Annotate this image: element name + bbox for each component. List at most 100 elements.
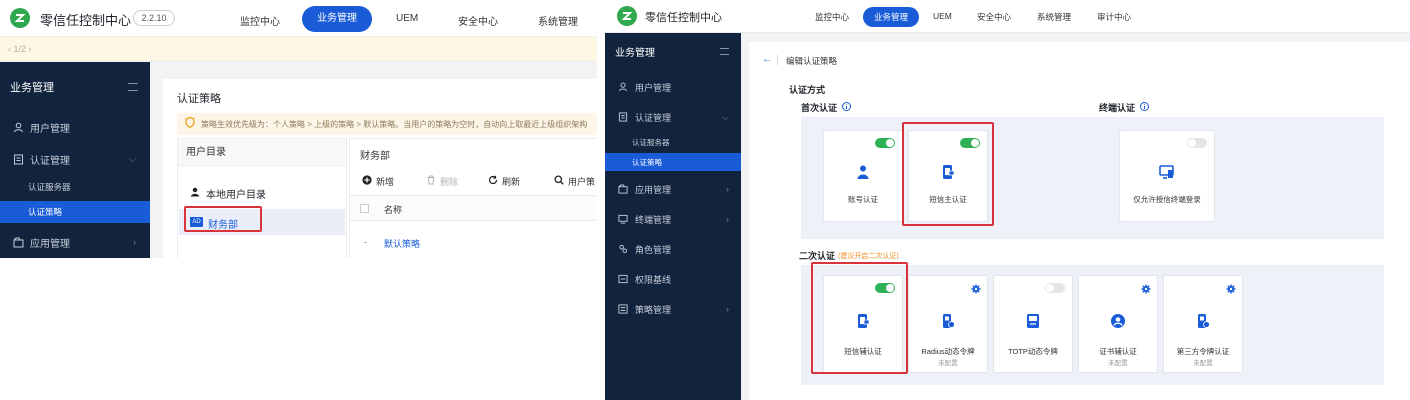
sidebar-item-user[interactable]: 用户管理 xyxy=(0,112,150,142)
second-auth-title: 二次认证 (建议开启二次认证) xyxy=(799,251,899,261)
pager[interactable]: ‹ 1/2 › xyxy=(8,44,32,54)
info-icon[interactable] xyxy=(1140,102,1150,113)
second-auth-area: 短信辅认证 Radius动态令牌 未配置 TOTP动态令牌 证书辅认证 未配置 … xyxy=(801,265,1384,385)
chevron-down-icon: ⌵ xyxy=(722,111,729,122)
sidebar-item-user[interactable]: 用户管理 xyxy=(605,74,741,100)
collapse-menu-icon[interactable] xyxy=(128,83,138,91)
nav-monitor[interactable]: 监控中心 xyxy=(240,13,280,28)
sidebar-item-app[interactable]: 应用管理 › xyxy=(605,176,741,202)
nav-audit[interactable]: 审计中心 xyxy=(1097,11,1131,23)
plus-circle-icon xyxy=(362,175,372,188)
table-header: 名称 xyxy=(350,195,597,221)
terminal-icon xyxy=(617,213,629,225)
edit-panel: ← 编辑认证策略 认证方式 首次认证 终端认证 账号认证 短信主认证 仅允许授信… xyxy=(749,42,1410,400)
refresh-button[interactable]: 刷新 xyxy=(488,175,520,188)
gear-icon[interactable] xyxy=(1141,281,1151,294)
cert-icon xyxy=(1110,313,1126,329)
nav-security[interactable]: 安全中心 xyxy=(977,11,1011,23)
delete-button[interactable]: 删除 xyxy=(426,175,458,188)
app-icon xyxy=(617,183,629,195)
add-button[interactable]: 新增 xyxy=(362,175,394,188)
nav-business[interactable]: 业务管理 xyxy=(863,7,919,27)
second-auth-hint: (建议开启二次认证) xyxy=(838,252,899,260)
collapse-menu-icon[interactable] xyxy=(720,48,729,55)
user-icon xyxy=(617,81,629,93)
baseline-icon xyxy=(617,273,629,285)
nav-security[interactable]: 安全中心 xyxy=(458,13,498,28)
radius-token-card[interactable]: Radius动态令牌 未配置 xyxy=(908,275,988,373)
top-navbar: 零信任控制中心 2.2.10 监控中心 业务管理 UEM 安全中心 系统管理 xyxy=(0,0,597,37)
sidebar-item-baseline[interactable]: 权限基线 xyxy=(605,266,741,292)
role-icon xyxy=(617,243,629,255)
app-icon xyxy=(12,236,24,248)
policy-link[interactable]: 默认策略 xyxy=(384,237,420,250)
back-arrow-icon[interactable]: ← xyxy=(762,54,772,65)
sidebar-item-auth[interactable]: 认证管理 ⌵ xyxy=(605,104,741,130)
policy-notice: 策略生效优先级为：个人策略 > 上级的策略 > 默认策略。当用户的策略为空时，自… xyxy=(177,113,597,135)
third-party-token-card[interactable]: 第三方令牌认证 未配置 xyxy=(1163,275,1243,373)
sms-second-auth-card[interactable]: 短信辅认证 xyxy=(823,275,903,373)
directory-tree: 用户目录 本地用户目录 AD 财务部 xyxy=(177,138,347,258)
trusted-device-toggle[interactable] xyxy=(1187,138,1207,148)
nav-uem[interactable]: UEM xyxy=(933,11,952,21)
page-title: 认证策略 xyxy=(177,93,221,105)
sms-second-auth-toggle[interactable] xyxy=(875,283,895,293)
right-screenshot: 零信任控制中心 监控中心 业务管理 UEM 安全中心 系统管理 审计中心 业务管… xyxy=(605,0,1410,400)
breadcrumb: 编辑认证策略 xyxy=(786,56,838,66)
tree-node-label: 财务部 xyxy=(208,220,238,231)
chevron-down-icon: ⌵ xyxy=(129,153,136,164)
search-icon xyxy=(554,175,564,188)
sidebar-sub-auth-server[interactable]: 认证服务器 xyxy=(0,175,150,199)
breadcrumb-divider xyxy=(777,55,778,65)
policy-list: 财务部 新增 删除 刷新 用户策 名称 - 默认策略 xyxy=(349,138,597,258)
cert-auth-card[interactable]: 证书辅认证 未配置 xyxy=(1078,275,1158,373)
totp-token-toggle[interactable] xyxy=(1045,283,1065,293)
sidebar-sub-auth-policy[interactable]: 认证策略 xyxy=(0,201,150,223)
sidebar-item-policy[interactable]: 策略管理 › xyxy=(605,296,741,322)
section-title: 认证方式 xyxy=(789,85,826,95)
tree-node-finance[interactable]: AD 财务部 xyxy=(179,209,345,235)
sidebar-item-role[interactable]: 角色管理 xyxy=(605,236,741,262)
nav-system[interactable]: 系统管理 xyxy=(538,13,578,28)
select-all-checkbox[interactable] xyxy=(360,204,369,213)
account-auth-toggle[interactable] xyxy=(875,138,895,148)
brand-logo-icon xyxy=(10,8,30,28)
refresh-icon xyxy=(488,175,498,188)
top-navbar: 零信任控制中心 监控中心 业务管理 UEM 安全中心 系统管理 审计中心 xyxy=(605,0,1410,33)
sidebar-item-terminal[interactable]: 终端管理 › xyxy=(605,206,741,232)
token-icon xyxy=(1195,313,1211,329)
shield-icon xyxy=(185,116,195,131)
sms-main-auth-toggle[interactable] xyxy=(960,138,980,148)
nav-system[interactable]: 系统管理 xyxy=(1037,11,1071,23)
sms-icon xyxy=(855,313,871,329)
column-name: 名称 xyxy=(384,205,403,215)
person-icon xyxy=(855,164,871,180)
sidebar-item-app[interactable]: 应用管理 › xyxy=(0,227,150,257)
tree-root[interactable]: 本地用户目录 xyxy=(190,186,266,201)
nav-monitor[interactable]: 监控中心 xyxy=(815,11,849,23)
first-auth-area: 账号认证 短信主认证 仅允许授信终端登录 xyxy=(801,117,1384,239)
user-policy-button[interactable]: 用户策 xyxy=(554,175,595,188)
auth-icon xyxy=(617,111,629,123)
chevron-right-icon: › xyxy=(726,184,729,194)
account-auth-card[interactable]: 账号认证 xyxy=(823,130,903,222)
chevron-right-icon: › xyxy=(726,214,729,224)
chevron-right-icon: › xyxy=(726,304,729,314)
person-icon xyxy=(190,187,200,200)
sidebar-sub-auth-policy[interactable]: 认证策略 xyxy=(605,153,741,171)
table-row[interactable]: - 默认策略 xyxy=(350,229,597,255)
tree-header: 用户目录 xyxy=(178,139,346,166)
brand-name: 零信任控制中心 xyxy=(40,13,132,28)
nav-uem[interactable]: UEM xyxy=(396,13,418,24)
totp-token-card[interactable]: TOTP动态令牌 xyxy=(993,275,1073,373)
auth-icon xyxy=(12,153,24,165)
trusted-device-card[interactable]: 仅允许授信终端登录 xyxy=(1119,130,1215,222)
sidebar-sub-auth-server[interactable]: 认证服务器 xyxy=(605,132,741,152)
sidebar-item-auth[interactable]: 认证管理 ⌵ xyxy=(0,144,150,174)
gear-icon[interactable] xyxy=(1226,281,1236,294)
info-icon[interactable] xyxy=(842,102,852,113)
nav-business[interactable]: 业务管理 xyxy=(302,6,372,32)
version-badge: 2.2.10 xyxy=(133,10,175,26)
gear-icon[interactable] xyxy=(971,281,981,294)
sms-main-auth-card[interactable]: 短信主认证 xyxy=(908,130,988,222)
